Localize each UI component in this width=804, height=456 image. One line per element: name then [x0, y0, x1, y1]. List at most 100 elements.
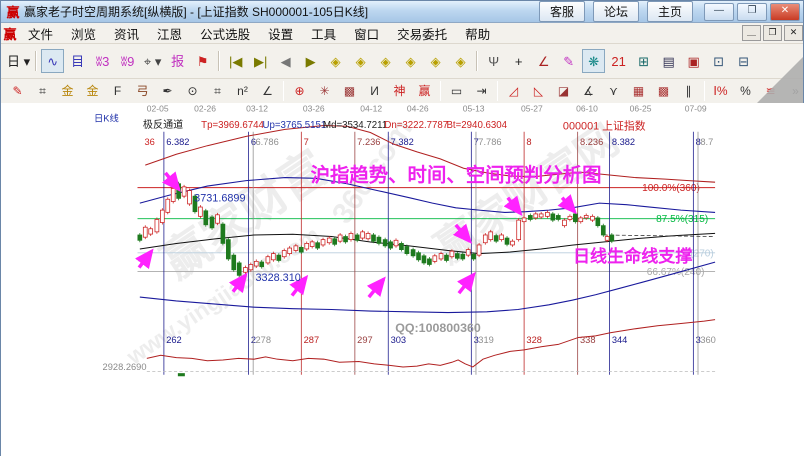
hand-tool-icon[interactable]: Ψ — [482, 49, 505, 73]
close-button[interactable]: ✕ — [770, 2, 800, 21]
svg-text:66.67%(240): 66.67%(240) — [647, 267, 705, 278]
cycle-tool-icon[interactable]: ❋ — [582, 49, 606, 73]
svg-text:03-26: 03-26 — [303, 104, 325, 114]
kline-plot[interactable]: 赢家财富www.yingjia360.com赢家财富网360.com02-05 0… — [1, 103, 804, 456]
menu-item-formula-stock-pick[interactable]: 公式选股 — [191, 23, 259, 44]
next-icon[interactable]: ▶ — [299, 49, 322, 73]
save-icon[interactable]: ▣ — [682, 49, 705, 73]
svg-text:02-05: 02-05 — [147, 104, 169, 114]
fork-lines-icon[interactable]: ⋎ — [602, 81, 625, 101]
zoom-left-icon[interactable]: ◈ — [324, 49, 347, 73]
speed-lines-icon[interactable]: ∡ — [577, 81, 600, 101]
toolbar-separator — [497, 81, 498, 101]
percent-icon[interactable]: % — [734, 81, 757, 101]
svg-text:36: 36 — [144, 137, 154, 147]
toolbar-main: 日 ▾ ∿ 目 ʬ3 ʬ9 ⌖ ▾ 报 ⚑ |◀ ▶| ◀ ▶ ◈ ◈ ◈ ◈ ◈ ◈ Ψ + ∠ ✎ ❋ 21 ⊞ ▤ ▣ ⊡ ⊟ — [1, 44, 803, 79]
fibonacci-icon[interactable]: F — [106, 81, 129, 101]
gann-grid-icon[interactable]: ▦ — [627, 81, 650, 101]
report-icon[interactable]: 报 — [166, 49, 189, 73]
home-button[interactable]: 主页 — [646, 1, 693, 22]
measure-icon[interactable]: ⇥ — [470, 81, 493, 101]
quote-list-icon[interactable]: 目 — [66, 49, 89, 73]
spider-web-icon[interactable]: ✳ — [313, 81, 336, 101]
mdi-minimize-button[interactable]: ＿ — [742, 25, 761, 41]
menu-item-gann[interactable]: 江恩 — [148, 23, 191, 44]
calendar-icon[interactable]: 21 — [607, 49, 630, 73]
menu-item-tools[interactable]: 工具 — [302, 23, 345, 44]
svg-text:03-12: 03-12 — [246, 104, 268, 114]
shen-icon[interactable]: 神 — [388, 81, 411, 101]
percent-line-icon[interactable]: ≌ — [759, 81, 782, 101]
flag-filter-icon[interactable]: ⚑ — [191, 49, 214, 73]
period-label: 日K线 — [94, 113, 119, 124]
indicator-md: Md=3534.7211 — [323, 120, 387, 131]
ruler-grid-icon[interactable]: ⌗ — [206, 81, 229, 101]
forum-button[interactable]: 论坛 — [592, 1, 639, 22]
draw-pen-icon[interactable]: ✎ — [557, 49, 580, 73]
ruler-123-icon[interactable]: ▭ — [445, 81, 468, 101]
percent-range-icon[interactable]: Ⅰ% — [709, 81, 732, 101]
gann-box-icon[interactable]: ▩ — [652, 81, 675, 101]
zoom-right-icon[interactable]: ◈ — [349, 49, 372, 73]
menu-item-help[interactable]: 帮助 — [456, 23, 499, 44]
menu-item-window[interactable]: 窗口 — [345, 23, 388, 44]
chart-area[interactable]: 赢家财富 www.yingjia360.com 赢家财富网 360.com 02-05 0… — [1, 103, 804, 456]
net-pc-icon[interactable]: ⊟ — [732, 49, 755, 73]
web-square-icon[interactable]: ▩ — [338, 81, 361, 101]
target-circle-icon[interactable]: ⊕ — [288, 81, 311, 101]
grid-lines-icon[interactable]: ⌗ — [31, 81, 54, 101]
compress-icon[interactable]: ◈ — [399, 49, 422, 73]
menu-item-file[interactable]: 文件 — [19, 23, 62, 44]
svg-text:04-26: 04-26 — [407, 104, 429, 114]
brush-icon[interactable]: ✎ — [6, 81, 29, 101]
fan-square-icon[interactable]: ◪ — [552, 81, 575, 101]
n-square-icon[interactable]: n² — [231, 81, 254, 101]
curve-mode-icon[interactable]: ∿ — [41, 49, 65, 73]
net-send-icon[interactable]: ⊡ — [707, 49, 730, 73]
time-circle-icon[interactable]: ⊙ — [181, 81, 204, 101]
parallel-icon[interactable]: ∥ — [677, 81, 700, 101]
mini-chart-9-icon[interactable]: ʬ9 — [116, 49, 139, 73]
ying-icon[interactable]: 赢 — [413, 81, 436, 101]
notes-icon[interactable]: ▤ — [657, 49, 680, 73]
angle-meas-icon[interactable]: ∠ — [256, 81, 279, 101]
more-1-icon[interactable]: » — [784, 81, 804, 101]
mini-chart-3-icon[interactable]: ʬ3 — [91, 49, 114, 73]
wave-mark-icon[interactable]: И — [363, 81, 386, 101]
last-page-icon[interactable]: ▶| — [249, 49, 272, 73]
svg-text:02-26: 02-26 — [194, 104, 216, 114]
toolbar-separator — [440, 81, 441, 101]
pin-tool-icon[interactable]: ⌖ ▾ — [141, 49, 164, 73]
svg-text:8.7: 8.7 — [700, 137, 713, 147]
gann-fan-icon[interactable]: ◿ — [502, 81, 525, 101]
calculator-icon[interactable]: ⊞ — [632, 49, 655, 73]
svg-text:06-25: 06-25 — [630, 104, 652, 114]
shift-up-icon[interactable]: ◈ — [424, 49, 447, 73]
kline-period-icon[interactable]: 日 ▾ — [6, 49, 31, 73]
restore-button[interactable]: ❐ — [737, 2, 767, 21]
prev-icon[interactable]: ◀ — [274, 49, 297, 73]
bow-tool-icon[interactable]: 弓 — [131, 81, 154, 101]
low-price-label: 3328.310 — [255, 272, 300, 284]
shift-down-icon[interactable]: ◈ — [449, 49, 472, 73]
gann-fan-up-icon[interactable]: ◺ — [527, 81, 550, 101]
indicator-up: Up=3765.5151 — [262, 120, 326, 131]
svg-text:05-13: 05-13 — [463, 104, 485, 114]
minimize-button[interactable]: — — [704, 2, 734, 21]
menu-item-settings[interactable]: 设置 — [259, 23, 302, 44]
gold-section-icon[interactable]: 金 — [56, 81, 79, 101]
menu-item-news[interactable]: 资讯 — [105, 23, 148, 44]
customer-service-button[interactable]: 客服 — [538, 1, 585, 22]
watermark-layer: 赢家财富www.yingjia360.com赢家财富网360.com — [121, 113, 627, 370]
first-page-icon[interactable]: |◀ — [224, 49, 247, 73]
mdi-restore-button[interactable]: ❐ — [763, 25, 782, 41]
menu-item-trade-order[interactable]: 交易委托 — [388, 23, 456, 44]
menu-item-browse[interactable]: 浏览 — [62, 23, 105, 44]
expand-icon[interactable]: ◈ — [374, 49, 397, 73]
angle-tool-icon[interactable]: ∠ — [532, 49, 555, 73]
mdi-close-button[interactable]: ✕ — [784, 25, 803, 41]
gold-ratio-icon[interactable]: 金 — [81, 81, 104, 101]
crosshair-icon[interactable]: + — [507, 49, 530, 73]
svg-text:297: 297 — [357, 335, 373, 345]
pen-nib-icon[interactable]: ✒ — [156, 81, 179, 101]
